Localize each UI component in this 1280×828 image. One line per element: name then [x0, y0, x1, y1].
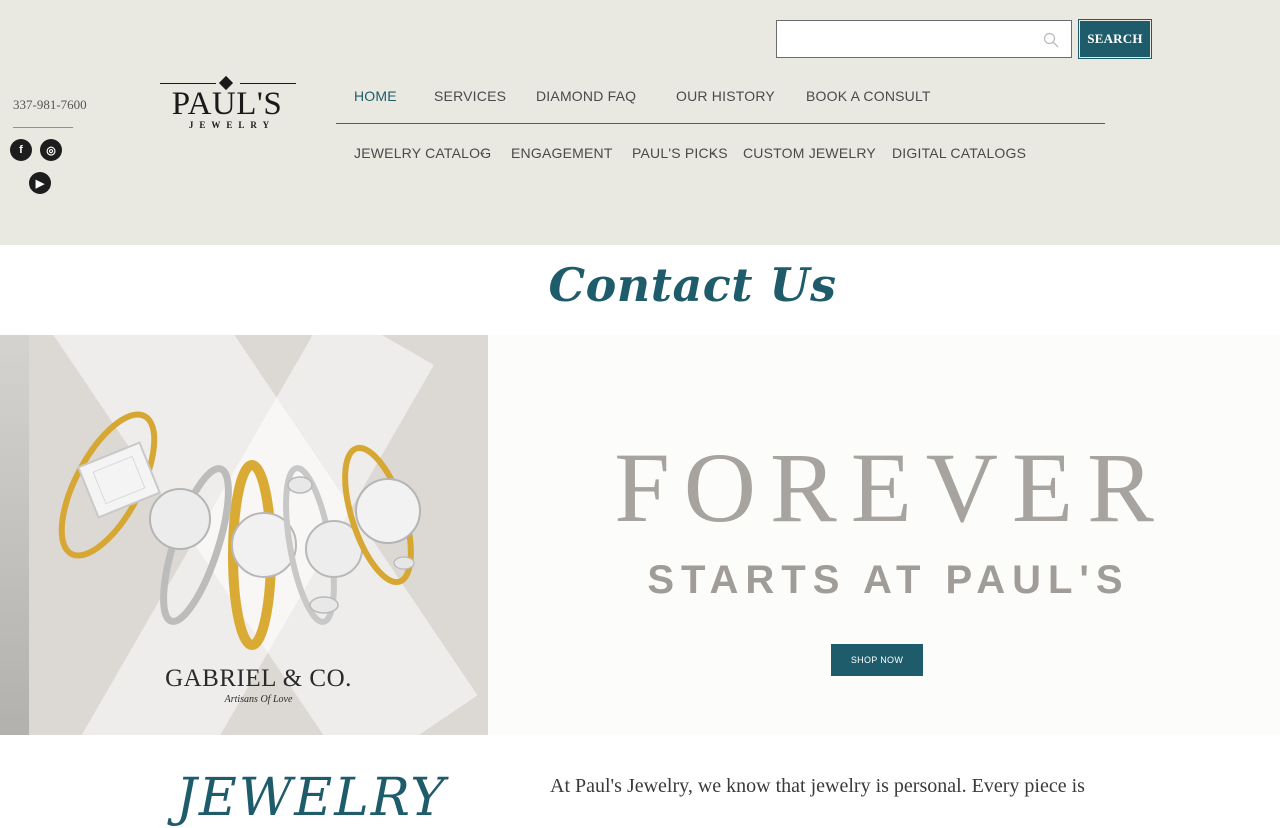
- nav-divider: [336, 123, 1105, 124]
- nav-diamond-faq[interactable]: DIAMOND FAQ: [536, 88, 636, 104]
- phone-divider: __________: [13, 115, 73, 129]
- gabriel-tagline: Artisans Of Love: [224, 694, 293, 705]
- banner-subheadline: STARTS AT PAUL'S: [647, 558, 1130, 602]
- logo-wordmark: PAUL'S: [171, 86, 283, 122]
- chevron-down-icon[interactable]: ⌄: [478, 147, 486, 158]
- facebook-icon[interactable]: f: [10, 139, 32, 161]
- shop-now-button[interactable]: SHOP NOW: [831, 644, 923, 676]
- logo-rule-left: [160, 83, 216, 84]
- youtube-icon[interactable]: ▶: [29, 172, 51, 194]
- search-field[interactable]: [776, 20, 1072, 58]
- logo-subtitle: JEWELRY: [188, 120, 276, 130]
- logo-rule-right: [240, 83, 296, 84]
- search-button[interactable]: SEARCH: [1078, 19, 1152, 59]
- nav-our-history[interactable]: OUR HISTORY: [676, 88, 775, 104]
- page-title: Contact Us: [548, 258, 837, 312]
- search-input[interactable]: [777, 21, 1071, 57]
- intro-paragraph: At Paul's Jewelry, we know that jewelry …: [550, 775, 1085, 797]
- nav-custom-jewelry[interactable]: CUSTOM JEWELRY: [743, 145, 876, 161]
- chevron-down-icon[interactable]: ⌄: [709, 147, 717, 158]
- pauls-jewelry-logo[interactable]: PAUL'S JEWELRY: [156, 75, 298, 134]
- promo-banner[interactable]: GABRIEL & CO. Artisans Of Love FOREVER S…: [0, 335, 1280, 735]
- gabriel-promo-image[interactable]: GABRIEL & CO. Artisans Of Love: [0, 335, 488, 735]
- nav-digital-catalogs[interactable]: DIGITAL CATALOGS: [892, 145, 1026, 161]
- nav-jewelry-catalog[interactable]: JEWELRY CATALOG: [354, 145, 491, 161]
- nav-home[interactable]: HOME: [354, 88, 397, 104]
- nav-engagement[interactable]: ENGAGEMENT: [511, 145, 613, 161]
- instagram-icon[interactable]: ◎: [40, 139, 62, 161]
- nav-book-a-consult[interactable]: BOOK A CONSULT: [806, 88, 931, 104]
- gabriel-brand-logo: GABRIEL & CO.: [165, 665, 352, 692]
- banner-headline: FOREVER: [614, 432, 1168, 543]
- site-header: SEARCH 337-981-7600 __________ f ◎ ▶ PAU…: [0, 0, 1280, 245]
- phone-number[interactable]: 337-981-7600: [13, 97, 87, 113]
- section-heading: JEWELRY: [176, 768, 447, 828]
- search-icon[interactable]: [1043, 32, 1059, 48]
- nav-services[interactable]: SERVICES: [434, 88, 506, 104]
